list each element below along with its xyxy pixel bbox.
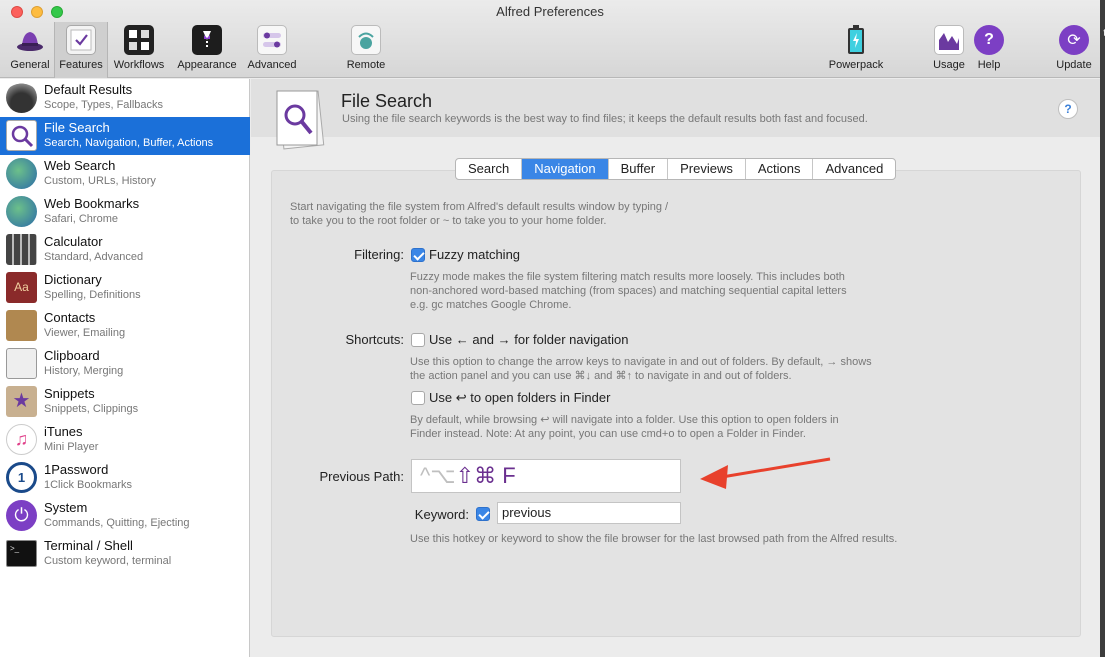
- tab-bar: Search Navigation Buffer Previews Action…: [455, 158, 897, 180]
- terminal-icon: >_: [6, 540, 37, 567]
- previous-path-hotkey-field[interactable]: ^⌥⇧⌘ F: [411, 459, 681, 493]
- tuxedo-icon: [192, 25, 222, 55]
- toolbar-label: Powerpack: [828, 59, 884, 71]
- navigation-panel: [271, 170, 1081, 637]
- tab-previews[interactable]: Previews: [668, 159, 746, 179]
- shortcuts-label: Shortcuts:: [345, 332, 404, 347]
- question-icon: ?: [974, 25, 1004, 55]
- toolbar-label: Features: [59, 59, 103, 71]
- toolbar-label: General: [10, 59, 50, 71]
- toolbar-label: Update: [1056, 59, 1092, 71]
- sidebar-item-dictionary[interactable]: Aa Dictionary Spelling, Definitions: [0, 269, 250, 307]
- sidebar-item-system[interactable]: ⏻ System Commands, Quitting, Ejecting: [0, 497, 250, 535]
- sidebar-item-clipboard[interactable]: Clipboard History, Merging: [0, 345, 250, 383]
- arrow-navigation-label[interactable]: Use ← and → for folder navigation: [429, 332, 628, 347]
- page-title: File Search: [341, 91, 433, 111]
- calculator-icon: [6, 234, 37, 265]
- toolbar-advanced[interactable]: Advanced: [245, 25, 299, 75]
- tab-actions[interactable]: Actions: [746, 159, 814, 179]
- open-in-finder-help: By default, while browsing ↩ will naviga…: [410, 414, 839, 440]
- toolbar-features[interactable]: Features: [54, 22, 108, 78]
- update-icon: ⟳: [1059, 25, 1089, 55]
- snippets-star-icon: ★: [6, 386, 37, 417]
- tab-advanced[interactable]: Advanced: [813, 159, 895, 179]
- toolbar-update[interactable]: ⟳ Update: [1052, 25, 1096, 75]
- fuzzy-matching-checkbox[interactable]: [411, 248, 425, 262]
- sidebar-item-1password[interactable]: 1 1Password 1Click Bookmarks: [0, 459, 250, 497]
- sidebar-item-itunes[interactable]: ♫ iTunes Mini Player: [0, 421, 250, 459]
- fuzzy-matching-help: Fuzzy mode makes the file system filteri…: [410, 271, 847, 311]
- tab-search[interactable]: Search: [456, 159, 523, 179]
- tab-buffer[interactable]: Buffer: [609, 159, 669, 179]
- toolbar-remote[interactable]: Remote: [342, 25, 390, 75]
- battery-icon: [841, 25, 871, 55]
- keyword-label: Keyword:: [414, 507, 469, 522]
- remote-icon: [351, 25, 381, 55]
- toolbar-general[interactable]: General: [8, 25, 52, 75]
- annotation-arrow: [700, 457, 831, 489]
- hotkey-active-keys: ⇧⌘ F: [455, 463, 516, 488]
- hotkey-inactive-modifiers: ^⌥: [420, 463, 456, 488]
- previous-path-help: Use this hotkey or keyword to show the f…: [410, 533, 898, 545]
- navigation-intro: Start navigating the file system from Al…: [290, 201, 669, 227]
- file-search-icon: [6, 120, 37, 151]
- keyword-input[interactable]: previous: [497, 502, 681, 524]
- checklist-icon: [66, 25, 96, 55]
- music-note-icon: ♫: [6, 424, 37, 455]
- power-icon: ⏻: [6, 500, 37, 531]
- toolbar-workflows[interactable]: Workflows: [110, 25, 168, 75]
- toolbar-help[interactable]: ? Help: [972, 25, 1006, 75]
- toolbar-label: Workflows: [113, 59, 165, 71]
- sidebar-item-file-search[interactable]: File Search Search, Navigation, Buffer, …: [0, 117, 250, 155]
- hat-icon: [15, 25, 45, 55]
- sidebar-item-snippets[interactable]: ★ Snippets Snippets, Clippings: [0, 383, 250, 421]
- clipboard-icon: [6, 348, 37, 379]
- toolbar-label: Remote: [346, 59, 386, 71]
- arrow-navigation-checkbox[interactable]: [411, 333, 425, 347]
- contacts-book-icon: [6, 310, 37, 341]
- sidebar-item-contacts[interactable]: Contacts Viewer, Emailing: [0, 307, 250, 345]
- sidebar-item-calculator[interactable]: Calculator Standard, Advanced: [0, 231, 250, 269]
- fuzzy-matching-label[interactable]: Fuzzy matching: [429, 247, 520, 262]
- sidebar-item-web-search[interactable]: Web Search Custom, URLs, History: [0, 155, 250, 193]
- features-sidebar: Default Results Scope, Types, Fallbacks …: [0, 79, 250, 657]
- background-window-edge: [1100, 0, 1105, 657]
- dictionary-icon: Aa: [6, 272, 37, 303]
- help-button[interactable]: ?: [1058, 99, 1078, 119]
- toolbar-usage[interactable]: Usage: [930, 25, 968, 75]
- globe-bookmark-icon: [6, 196, 37, 227]
- sidebar-item-web-bookmarks[interactable]: Web Bookmarks Safari, Chrome: [0, 193, 250, 231]
- workflows-icon: [124, 25, 154, 55]
- page-description: Using the file search keywords is the be…: [342, 113, 868, 125]
- onepassword-icon: 1: [6, 462, 37, 493]
- toolbar-label: Usage: [933, 59, 965, 71]
- toolbar-powerpack[interactable]: Powerpack: [824, 25, 888, 75]
- open-in-finder-label[interactable]: Use ↩ to open folders in Finder: [429, 390, 610, 406]
- previous-path-label: Previous Path:: [319, 469, 404, 484]
- alfred-preferences-window: Alfred Preferences General Features Work…: [0, 0, 1105, 657]
- tab-navigation[interactable]: Navigation: [522, 159, 609, 179]
- keyword-checkbox[interactable]: [476, 507, 490, 521]
- open-in-finder-checkbox[interactable]: [411, 391, 425, 405]
- file-search-pane: File Search Using the file search keywor…: [251, 79, 1100, 657]
- chart-icon: [934, 25, 964, 55]
- toolbar-label: Help: [977, 59, 1001, 71]
- toggles-icon: [257, 25, 287, 55]
- filtering-label: Filtering:: [354, 247, 404, 262]
- toolbar: Alfred Preferences General Features Work…: [0, 0, 1105, 78]
- toolbar-appearance[interactable]: Appearance: [174, 25, 240, 75]
- arrow-navigation-help: Use this option to change the arrow keys…: [410, 356, 872, 382]
- sidebar-item-terminal[interactable]: >_ Terminal / Shell Custom keyword, term…: [0, 535, 250, 573]
- globe-search-icon: [6, 158, 37, 189]
- toolbar-label: Appearance: [177, 59, 237, 71]
- pane-header: File Search Using the file search keywor…: [251, 79, 1100, 150]
- toolbar-label: Advanced: [247, 59, 297, 71]
- sidebar-item-default-results[interactable]: Default Results Scope, Types, Fallbacks: [0, 79, 250, 117]
- file-search-document-icon: [271, 87, 331, 151]
- window-title: Alfred Preferences: [496, 4, 604, 19]
- witch-hat-icon: [6, 82, 37, 113]
